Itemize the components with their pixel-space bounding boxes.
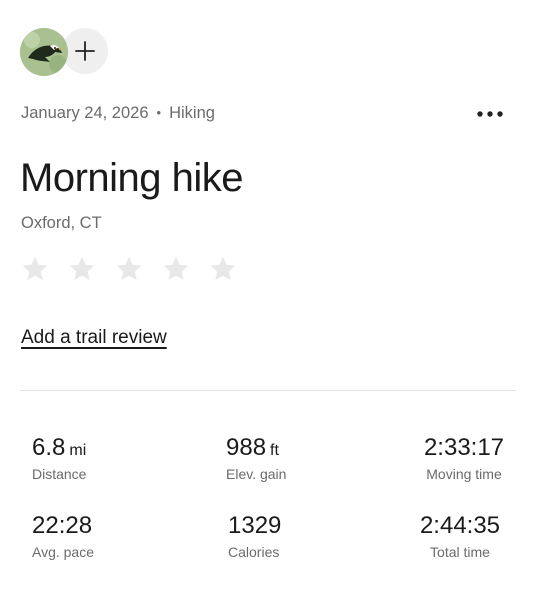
more-options-button[interactable]	[472, 102, 508, 126]
star-icon[interactable]	[115, 255, 143, 283]
stat-unit: mi	[69, 442, 87, 459]
stat-elevation-gain: 988 ft Elev. gain	[226, 434, 286, 482]
star-icon[interactable]	[68, 255, 96, 283]
activity-title: Morning hike	[20, 156, 244, 200]
activity-type: Hiking	[169, 104, 215, 122]
stat-value: 6.8	[32, 434, 66, 461]
activity-meta: January 24, 2026 • Hiking	[21, 104, 215, 123]
star-icon[interactable]	[21, 255, 49, 283]
stat-unit: ft	[270, 442, 279, 459]
star-rating[interactable]	[21, 255, 237, 283]
activity-date: January 24, 2026	[21, 104, 149, 122]
add-trail-review-link[interactable]: Add a trail review	[21, 327, 167, 349]
stat-total-time: 2:44:35 Total time	[410, 512, 510, 560]
stat-label: Calories	[228, 544, 280, 560]
stat-moving-time: 2:33:17 Moving time	[414, 434, 514, 482]
stat-label: Elev. gain	[226, 466, 287, 482]
meta-separator: •	[156, 105, 162, 120]
eagle-avatar-icon[interactable]	[20, 28, 68, 76]
stat-value: 2:44:35	[419, 512, 501, 539]
more-horizontal-icon	[477, 111, 503, 117]
stat-label: Total time	[430, 544, 490, 560]
stat-label: Avg. pace	[32, 544, 95, 560]
stat-value: 22:28	[32, 512, 93, 539]
stat-label: Distance	[32, 466, 87, 482]
stat-calories: 1329 Calories	[228, 512, 281, 560]
divider	[20, 390, 516, 391]
stat-label: Moving time	[426, 466, 502, 482]
star-icon[interactable]	[209, 255, 237, 283]
star-icon[interactable]	[162, 255, 190, 283]
activity-location: Oxford, CT	[21, 214, 102, 232]
stat-value: 1329	[228, 512, 282, 539]
stat-avg-pace: 22:28 Avg. pace	[32, 512, 94, 560]
stat-distance: 6.8 mi Distance	[32, 434, 86, 482]
stat-value: 2:33:17	[423, 434, 505, 461]
add-button[interactable]	[62, 28, 108, 74]
activity-detail-page: January 24, 2026 • Hiking Morning hike Oxf…	[0, 0, 536, 600]
plus-icon	[75, 41, 95, 61]
stat-value: 988	[226, 434, 267, 461]
